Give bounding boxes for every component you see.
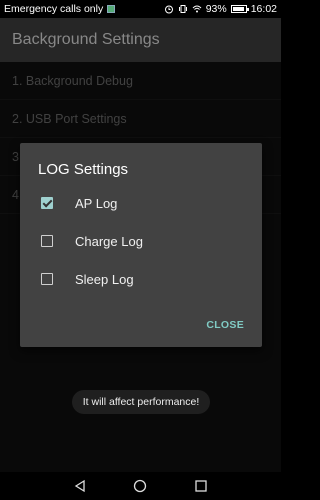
close-button[interactable]: CLOSE — [206, 319, 244, 331]
option-label: Charge Log — [75, 233, 143, 249]
battery-icon — [230, 5, 249, 13]
status-bar: Emergency calls only 93% 16:02 — [0, 0, 281, 18]
page-title: Background Settings — [12, 31, 160, 48]
log-settings-dialog: LOG Settings AP Log Charge Log Sleep Log… — [20, 143, 262, 347]
checkbox-checked-icon[interactable] — [41, 197, 53, 209]
alarm-icon — [164, 5, 173, 14]
toast-text: It will affect performance! — [82, 396, 200, 408]
status-icons: 93% 16:02 — [164, 3, 277, 15]
checkbox-unchecked-icon[interactable] — [41, 273, 53, 285]
sim-icon — [107, 5, 116, 13]
back-icon[interactable] — [73, 479, 87, 493]
option-label: AP Log — [75, 195, 118, 211]
option-label: Sleep Log — [75, 271, 134, 287]
battery-percent: 93% — [205, 3, 227, 15]
app-bar: Background Settings — [0, 18, 281, 62]
carrier-text: Emergency calls only — [4, 3, 104, 15]
option-sleep-log[interactable]: Sleep Log — [38, 266, 248, 292]
recents-icon[interactable] — [194, 479, 208, 493]
vibrate-icon — [178, 5, 187, 13]
toast-message: It will affect performance! — [72, 390, 210, 414]
clock: 16:02 — [250, 3, 277, 15]
option-charge-log[interactable]: Charge Log — [38, 228, 248, 254]
wifi-icon — [192, 5, 202, 13]
home-icon[interactable] — [133, 479, 147, 493]
checkbox-unchecked-icon[interactable] — [41, 235, 53, 247]
dialog-title: LOG Settings — [38, 161, 129, 178]
option-ap-log[interactable]: AP Log — [38, 190, 248, 216]
nav-bar — [0, 472, 281, 500]
carrier-area: Emergency calls only — [4, 3, 164, 15]
